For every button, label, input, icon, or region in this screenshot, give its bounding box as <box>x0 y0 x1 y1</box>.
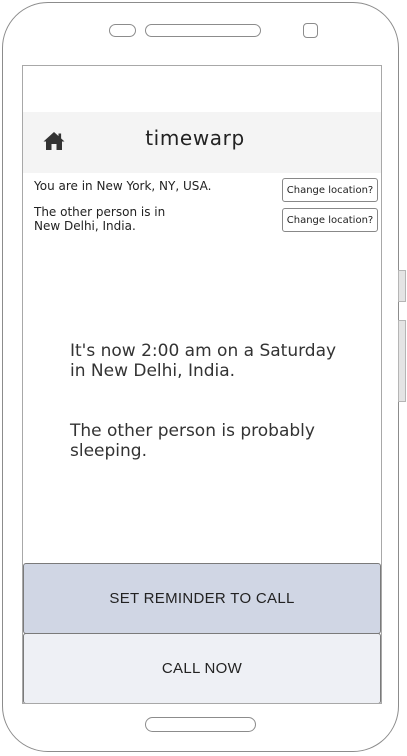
app-title: timewarp <box>145 126 245 150</box>
other-location-line-2: New Delhi, India. <box>34 219 136 233</box>
time-message-line-1: It's now 2:00 am on a Saturday <box>70 341 337 361</box>
local-time-message: It's now 2:00 am on a Saturday in New De… <box>70 341 370 381</box>
change-other-location-button[interactable]: Change location? <box>282 208 378 232</box>
time-message-line-2: in New Delhi, India. <box>70 361 236 381</box>
home-bar[interactable] <box>145 717 256 732</box>
other-location-line-1: The other person is in <box>34 205 166 219</box>
proximity-sensor <box>303 23 318 38</box>
call-now-button[interactable]: CALL NOW <box>23 633 381 703</box>
status-message-line-1: The other person is probably <box>70 421 315 441</box>
earpiece-speaker <box>145 24 261 37</box>
status-message-line-2: sleeping. <box>70 441 147 461</box>
your-location-text: You are in New York, NY, USA. <box>34 179 212 193</box>
availability-message: The other person is probably sleeping. <box>70 421 370 461</box>
front-camera <box>109 24 136 37</box>
other-location-text: The other person is in New Delhi, India. <box>34 205 234 233</box>
app-screen: timewarp You are in New York, NY, USA. C… <box>22 65 382 704</box>
volume-button <box>398 270 406 302</box>
power-button <box>398 320 406 402</box>
app-header: timewarp <box>23 112 381 173</box>
change-your-location-button[interactable]: Change location? <box>282 178 378 202</box>
set-reminder-button[interactable]: SET REMINDER TO CALL <box>23 563 381 634</box>
